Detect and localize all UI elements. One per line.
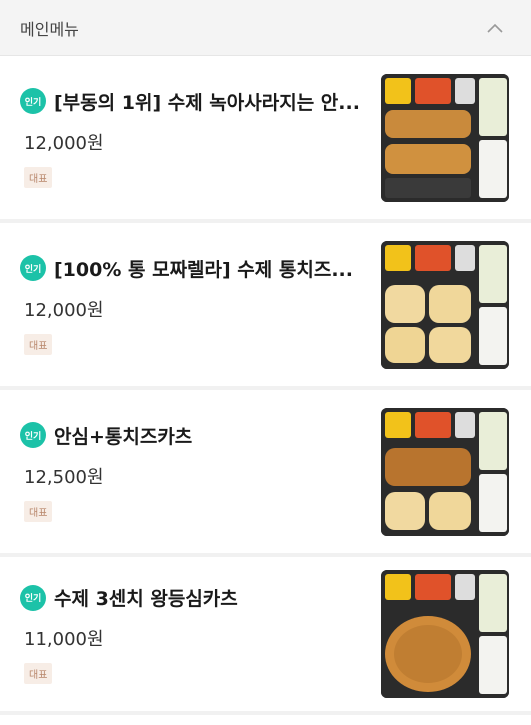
representative-tag: 대표	[24, 663, 53, 684]
menu-item-photo	[381, 570, 509, 698]
menu-section-header[interactable]: 메인메뉴	[0, 0, 531, 56]
menu-item[interactable]: 인기 안심+통치즈카츠 12,500원 대표	[0, 390, 531, 557]
popular-badge: 인기	[20, 88, 46, 114]
menu-item-info: 인기 [100% 통 모짜렐라] 수제 통치즈... 12,000원 대표	[20, 255, 381, 355]
menu-item-price: 11,000원	[24, 629, 104, 650]
menu-item-info: 인기 안심+통치즈카츠 12,500원 대표	[20, 422, 381, 522]
section-title: 메인메뉴	[20, 19, 79, 39]
menu-item[interactable]: 인기 [100% 통 모짜렐라] 수제 통치즈... 12,000원 대표	[0, 223, 531, 390]
popular-badge: 인기	[20, 584, 46, 611]
menu-item-name: 안심+통치즈카츠	[54, 425, 193, 448]
menu-item-name: 수제 3센치 왕등심카츠	[54, 588, 238, 610]
menu-item[interactable]: 인기 [부동의 1위] 수제 녹아사라지는 안... 12,000원 대표	[0, 56, 531, 223]
menu-item[interactable]: 인기 수제 3센치 왕등심카츠 11,000원 대표	[0, 557, 531, 715]
representative-tag: 대표	[24, 166, 53, 188]
menu-item-info: 인기 [부동의 1위] 수제 녹아사라지는 안... 12,000원 대표	[20, 88, 381, 188]
menu-item-price: 12,500원	[24, 466, 104, 488]
representative-tag: 대표	[24, 500, 53, 522]
menu-item-photo	[381, 73, 509, 202]
menu-item-price: 12,000원	[24, 299, 104, 321]
menu-item-photo	[381, 240, 509, 369]
popular-badge: 인기	[20, 422, 46, 448]
menu-list: 인기 [부동의 1위] 수제 녹아사라지는 안... 12,000원 대표 인기…	[0, 56, 531, 715]
menu-item-photo	[381, 407, 509, 536]
menu-item-name: [100% 통 모짜렐라] 수제 통치즈...	[54, 258, 353, 281]
menu-item-name: [부동의 1위] 수제 녹아사라지는 안...	[54, 91, 360, 114]
representative-tag: 대표	[24, 333, 53, 355]
menu-item-info: 인기 수제 3센치 왕등심카츠 11,000원 대표	[20, 584, 381, 684]
popular-badge: 인기	[20, 255, 46, 281]
menu-item-price: 12,000원	[24, 132, 104, 154]
chevron-up-icon[interactable]	[485, 18, 505, 38]
